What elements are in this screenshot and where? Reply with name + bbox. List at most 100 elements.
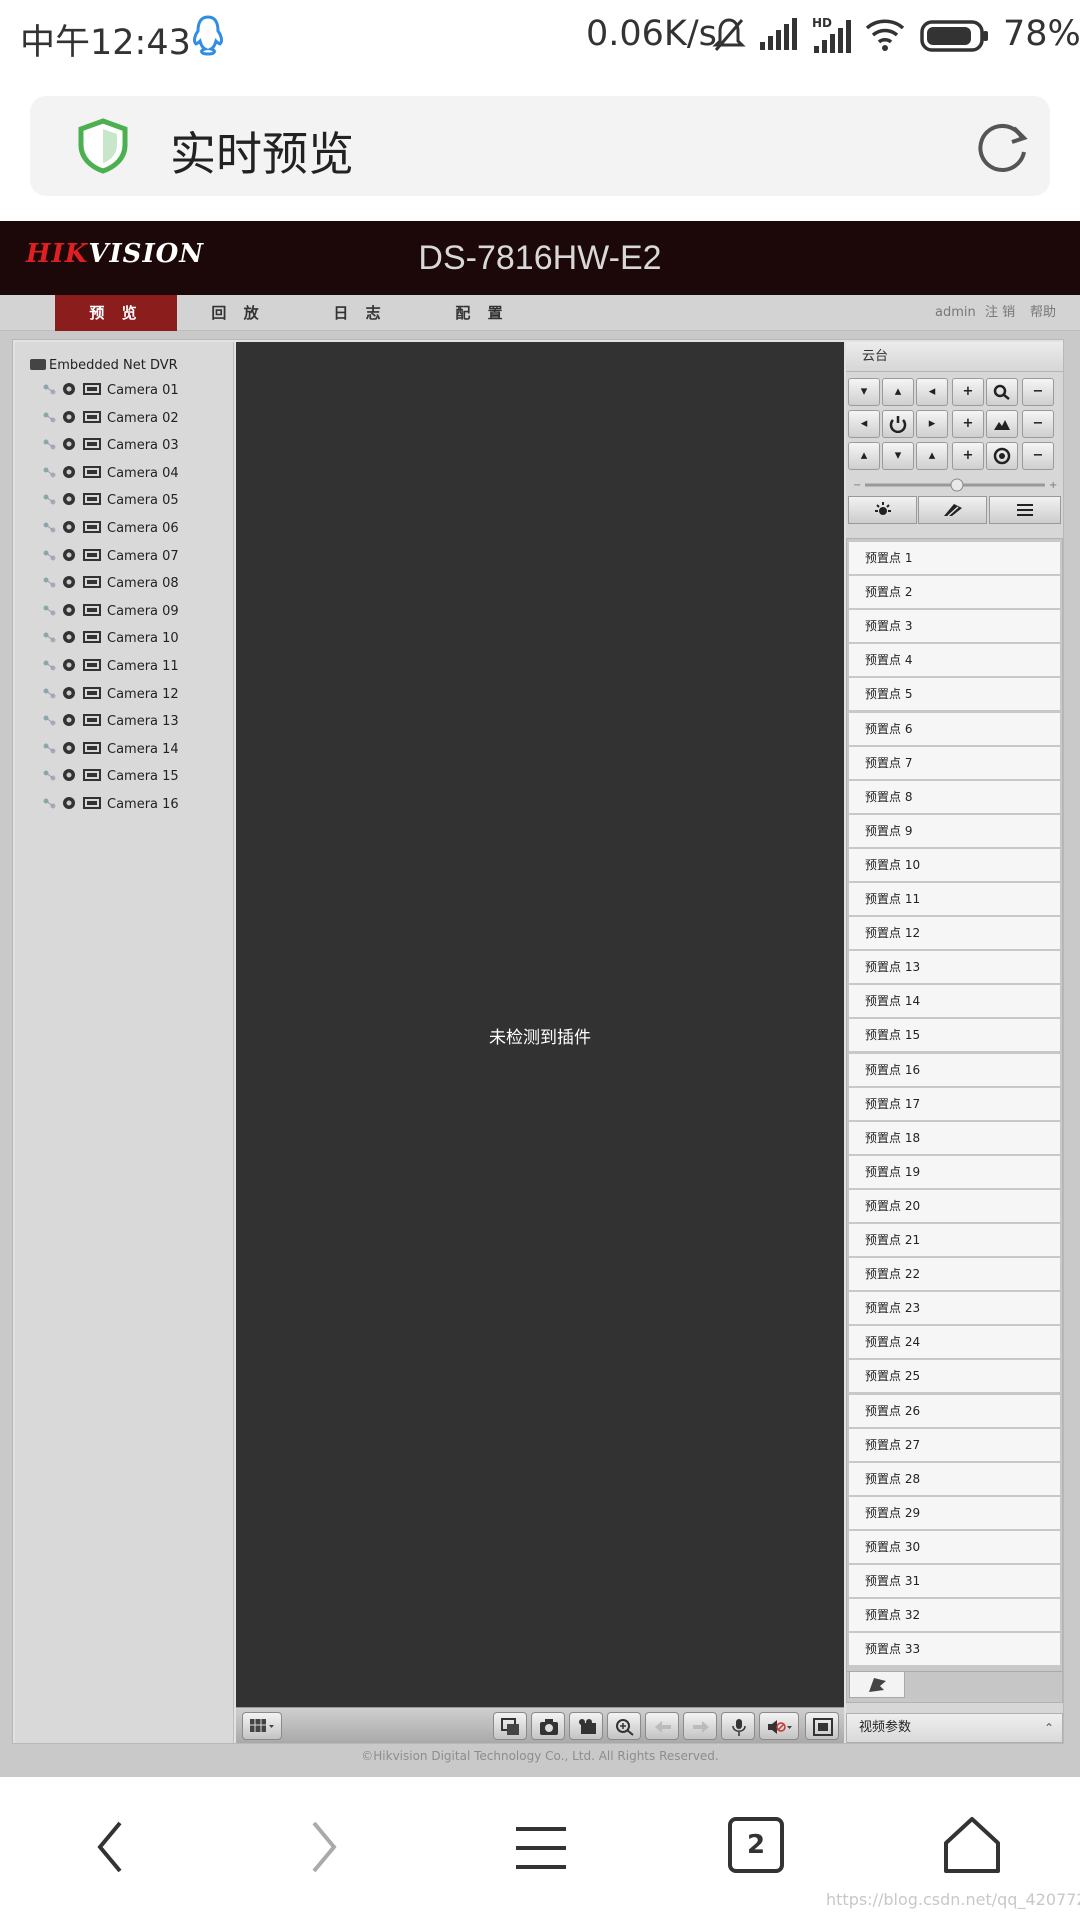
- camera-item[interactable]: Camera 01: [41, 381, 179, 401]
- preset-item[interactable]: 预置点 13: [849, 951, 1060, 985]
- iris-open-button[interactable]: +: [952, 442, 984, 470]
- preset-tab[interactable]: [849, 1672, 905, 1698]
- preset-item[interactable]: 预置点 14: [849, 985, 1060, 1019]
- tab-playback[interactable]: 回 放: [177, 295, 299, 331]
- camera-item[interactable]: Camera 12: [41, 685, 179, 705]
- logout-link[interactable]: 注 销: [985, 295, 1015, 331]
- record-button[interactable]: [569, 1712, 603, 1740]
- preset-item[interactable]: 预置点 6: [849, 712, 1060, 746]
- focus-far-button[interactable]: −: [1022, 410, 1054, 438]
- ptz-up-left-button[interactable]: ▾: [848, 378, 880, 406]
- camera-item[interactable]: Camera 11: [41, 657, 179, 677]
- camera-item[interactable]: Camera 13: [41, 712, 179, 732]
- ptz-up-right-button[interactable]: ◂: [916, 378, 948, 406]
- preset-item[interactable]: 预置点 26: [849, 1394, 1060, 1428]
- preset-item[interactable]: 预置点 21: [849, 1224, 1060, 1257]
- focus-near-button[interactable]: +: [952, 410, 984, 438]
- wiper-button[interactable]: [918, 496, 987, 524]
- ptz-speed-slider[interactable]: − +: [849, 478, 1061, 492]
- preset-item[interactable]: 预置点 31: [849, 1565, 1060, 1598]
- ptz-down-left-button[interactable]: ▴: [848, 442, 880, 470]
- camera-item[interactable]: Camera 04: [41, 464, 179, 484]
- camera-item[interactable]: Camera 14: [41, 740, 179, 760]
- preset-item[interactable]: 预置点 8: [849, 780, 1060, 814]
- prev-page-button[interactable]: [645, 1712, 679, 1740]
- ptz-auto-button[interactable]: [882, 410, 914, 438]
- camera-item[interactable]: Camera 05: [41, 491, 179, 511]
- back-icon[interactable]: [92, 1817, 126, 1877]
- camera-item[interactable]: Camera 16: [41, 795, 179, 815]
- preset-item[interactable]: 预置点 30: [849, 1530, 1060, 1564]
- preset-item[interactable]: 预置点 3: [849, 610, 1060, 644]
- preset-item[interactable]: 预置点 16: [849, 1053, 1060, 1087]
- preset-item[interactable]: 预置点 1: [849, 542, 1060, 575]
- preset-item[interactable]: 预置点 4: [849, 644, 1060, 678]
- stop-all-button[interactable]: [493, 1712, 527, 1740]
- preset-item[interactable]: 预置点 23: [849, 1292, 1060, 1326]
- light-button[interactable]: [848, 496, 917, 524]
- preset-item[interactable]: 预置点 28: [849, 1462, 1060, 1496]
- camera-item[interactable]: Camera 03: [41, 436, 179, 456]
- zoom-icon-button[interactable]: [986, 378, 1018, 406]
- snapshot-button[interactable]: [531, 1712, 565, 1740]
- camera-item[interactable]: Camera 15: [41, 767, 179, 787]
- tab-preview[interactable]: 预 览: [55, 295, 177, 331]
- iris-button[interactable]: [986, 442, 1018, 470]
- signal-icon: [760, 18, 797, 50]
- preset-item[interactable]: 预置点 20: [849, 1189, 1060, 1223]
- forward-icon[interactable]: [308, 1817, 342, 1877]
- tab-config[interactable]: 配 置: [421, 295, 543, 331]
- tab-log[interactable]: 日 志: [299, 295, 421, 331]
- preset-item[interactable]: 预置点 7: [849, 746, 1060, 780]
- preset-item[interactable]: 预置点 22: [849, 1258, 1060, 1292]
- zoom-in-button[interactable]: +: [952, 378, 984, 406]
- reload-icon[interactable]: [974, 118, 1032, 176]
- browser-address-bar[interactable]: 实时预览: [30, 96, 1050, 196]
- home-icon[interactable]: [942, 1815, 1002, 1875]
- magnifier-icon: [993, 384, 1010, 400]
- video-view[interactable]: 未检测到插件: [236, 342, 844, 1707]
- ptz-down-right-button[interactable]: ▴: [916, 442, 948, 470]
- zoom-out-button[interactable]: −: [1022, 378, 1054, 406]
- next-page-button[interactable]: [683, 1712, 717, 1740]
- camera-item[interactable]: Camera 02: [41, 409, 179, 429]
- preset-item[interactable]: 预置点 24: [849, 1326, 1060, 1360]
- preset-item[interactable]: 预置点 29: [849, 1496, 1060, 1530]
- preset-item[interactable]: 预置点 33: [849, 1633, 1060, 1667]
- audio-button[interactable]: [759, 1712, 799, 1740]
- ptz-left-button[interactable]: ◂: [848, 410, 880, 438]
- ptz-up-button[interactable]: ▴: [882, 378, 914, 406]
- video-params-bar[interactable]: 视频参数 ⌃: [846, 1713, 1063, 1743]
- camera-item[interactable]: Camera 06: [41, 519, 179, 539]
- preset-item[interactable]: 预置点 19: [849, 1155, 1060, 1189]
- camera-item[interactable]: Camera 07: [41, 547, 179, 567]
- preset-item[interactable]: 预置点 18: [849, 1121, 1060, 1155]
- preset-item[interactable]: 预置点 11: [849, 883, 1060, 916]
- preset-item[interactable]: 预置点 15: [849, 1019, 1060, 1053]
- preset-item[interactable]: 预置点 9: [849, 814, 1060, 848]
- ptz-right-button[interactable]: ▸: [916, 410, 948, 438]
- layout-button[interactable]: [242, 1712, 282, 1740]
- preset-item[interactable]: 预置点 32: [849, 1599, 1060, 1633]
- help-link[interactable]: 帮助: [1030, 295, 1056, 331]
- camera-item[interactable]: Camera 10: [41, 629, 179, 649]
- fullscreen-button[interactable]: [805, 1712, 839, 1740]
- camera-item[interactable]: Camera 08: [41, 574, 179, 594]
- preset-item[interactable]: 预置点 10: [849, 848, 1060, 882]
- preset-item[interactable]: 预置点 5: [849, 678, 1060, 712]
- ptz-down-button[interactable]: ▾: [882, 442, 914, 470]
- talk-button[interactable]: [721, 1712, 755, 1740]
- tabs-button[interactable]: 2: [728, 1817, 784, 1873]
- preset-item[interactable]: 预置点 27: [849, 1428, 1060, 1462]
- preset-item[interactable]: 预置点 25: [849, 1360, 1060, 1394]
- zoom-button[interactable]: [607, 1712, 641, 1740]
- preset-item[interactable]: 预置点 2: [849, 576, 1060, 610]
- focus-button[interactable]: [986, 410, 1018, 438]
- menu-button[interactable]: [989, 496, 1061, 524]
- tree-root-device[interactable]: Embedded Net DVR: [30, 358, 178, 373]
- menu-hamburger-icon[interactable]: [516, 1825, 566, 1871]
- camera-item[interactable]: Camera 09: [41, 602, 179, 622]
- preset-item[interactable]: 预置点 17: [849, 1087, 1060, 1121]
- iris-close-button[interactable]: −: [1022, 442, 1054, 470]
- preset-item[interactable]: 预置点 12: [849, 917, 1060, 951]
